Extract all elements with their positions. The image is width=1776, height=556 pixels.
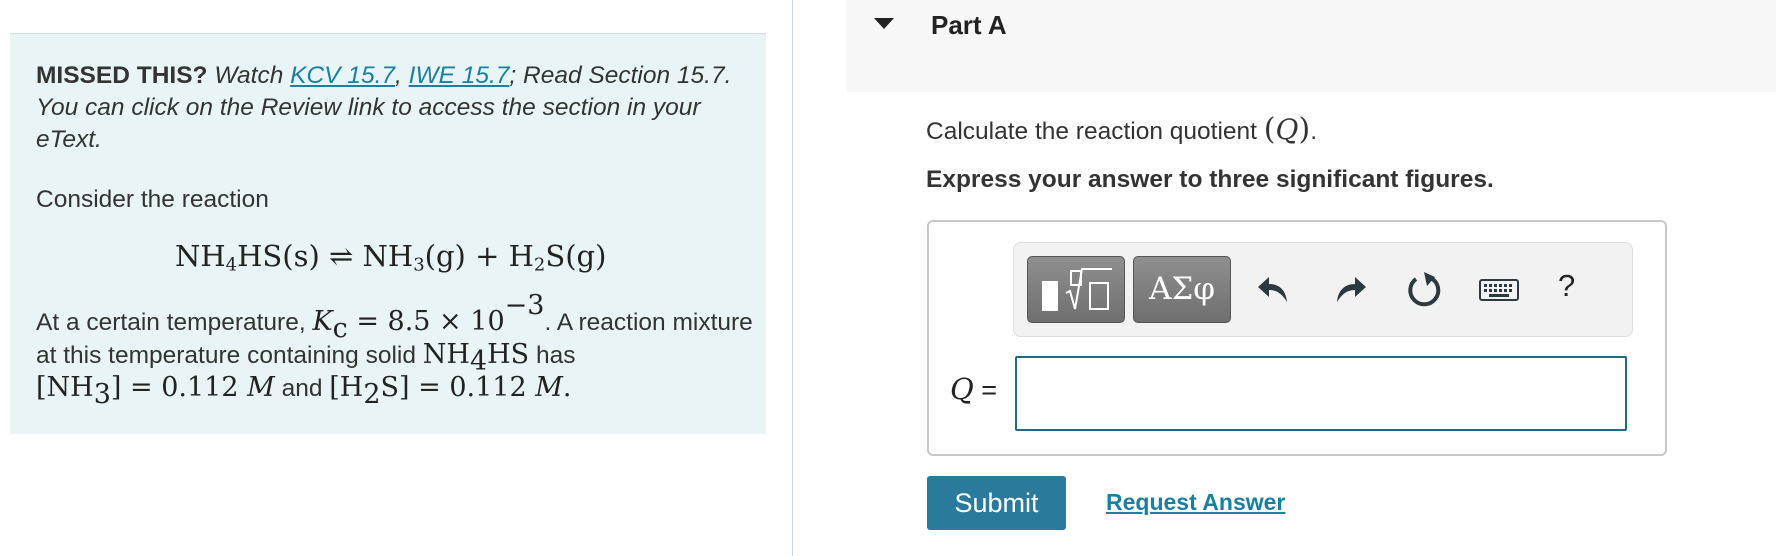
eq-sub: 4 bbox=[225, 254, 238, 276]
templates-icon bbox=[1042, 268, 1112, 311]
eq-text: NH bbox=[362, 239, 414, 273]
problem-conditions: At a certain temperature, Kc = 8.5 × 10−… bbox=[36, 292, 756, 408]
kcv-link[interactable]: KCV 15.7 bbox=[290, 62, 395, 89]
answer-variable: Q bbox=[950, 372, 974, 406]
answer-equals: = bbox=[973, 375, 998, 405]
part-title: Part A bbox=[931, 10, 1007, 40]
para-text: has bbox=[529, 342, 576, 370]
molar-unit: M bbox=[247, 372, 275, 404]
greek-symbols-button[interactable]: ΑΣφ bbox=[1133, 256, 1231, 323]
para-text: and bbox=[274, 375, 330, 403]
question-prompt: Calculate the reaction quotient (Q). bbox=[926, 112, 1317, 150]
link-separator: , bbox=[395, 62, 402, 89]
missed-this-label: MISSED THIS? bbox=[36, 62, 208, 89]
kc-exponent: −3 bbox=[504, 290, 545, 321]
prompt-variable: Q bbox=[1275, 113, 1299, 146]
missed-this-hint: MISSED THIS? Watch KCV 15.7, IWE 15.7; R… bbox=[36, 60, 736, 156]
formula-text: HS bbox=[487, 339, 530, 371]
answer-label: Q = bbox=[950, 372, 997, 406]
prompt-text: . bbox=[1310, 118, 1317, 145]
conc-sub: 2 bbox=[363, 378, 381, 410]
eq-text: H bbox=[508, 239, 534, 273]
eq-sub: 2 bbox=[533, 254, 546, 276]
consider-text: Consider the reaction bbox=[36, 186, 269, 213]
eq-sub: 3 bbox=[413, 254, 425, 276]
reaction-equation: NH4HS(s) ⇌ NH3(g) + H2S(g) bbox=[175, 236, 606, 276]
formula-text: NH bbox=[422, 339, 470, 371]
conc-sub: 3 bbox=[93, 378, 111, 410]
prompt-paren: ( bbox=[1263, 112, 1276, 147]
request-answer-link[interactable]: Request Answer bbox=[1106, 489, 1285, 516]
help-button[interactable]: ? bbox=[1558, 268, 1575, 304]
keyboard-icon[interactable] bbox=[1478, 266, 1520, 312]
eq-text: HS(s) bbox=[237, 239, 320, 273]
prompt-paren: ) bbox=[1298, 112, 1311, 147]
submit-button[interactable]: Submit bbox=[927, 476, 1066, 530]
eq-plus: + bbox=[475, 239, 500, 273]
iwe-link[interactable]: IWE 15.7 bbox=[409, 62, 510, 89]
prompt-text: Calculate the reaction quotient bbox=[926, 118, 1264, 145]
equilibrium-arrow: ⇌ bbox=[329, 239, 354, 273]
conc-text: [H bbox=[329, 372, 364, 404]
eq-text: (g) bbox=[424, 239, 466, 273]
redo-icon[interactable] bbox=[1327, 266, 1371, 312]
eq-text: S(g) bbox=[545, 239, 607, 273]
para-text: At a certain temperature, bbox=[36, 309, 313, 337]
kc-symbol: K bbox=[312, 306, 333, 338]
panel-divider bbox=[792, 0, 793, 556]
answer-input[interactable] bbox=[1015, 356, 1627, 431]
caret-down-icon[interactable] bbox=[874, 18, 894, 29]
kc-value: = 8.5 × 10 bbox=[347, 306, 505, 338]
templates-button[interactable] bbox=[1027, 256, 1125, 323]
undo-icon[interactable] bbox=[1253, 266, 1297, 312]
conc-text: ] = 0.112 bbox=[110, 372, 248, 404]
conc-text: S] = 0.112 bbox=[380, 372, 536, 404]
kc-subscript: c bbox=[332, 312, 348, 344]
conc-text: [NH bbox=[36, 372, 94, 404]
molar-unit: M bbox=[535, 372, 563, 404]
answer-instruction: Express your answer to three significant… bbox=[926, 166, 1494, 193]
watch-text: Watch bbox=[214, 62, 284, 89]
para-text: . bbox=[562, 372, 572, 404]
reset-icon[interactable] bbox=[1402, 266, 1446, 312]
eq-text: NH bbox=[175, 239, 226, 273]
